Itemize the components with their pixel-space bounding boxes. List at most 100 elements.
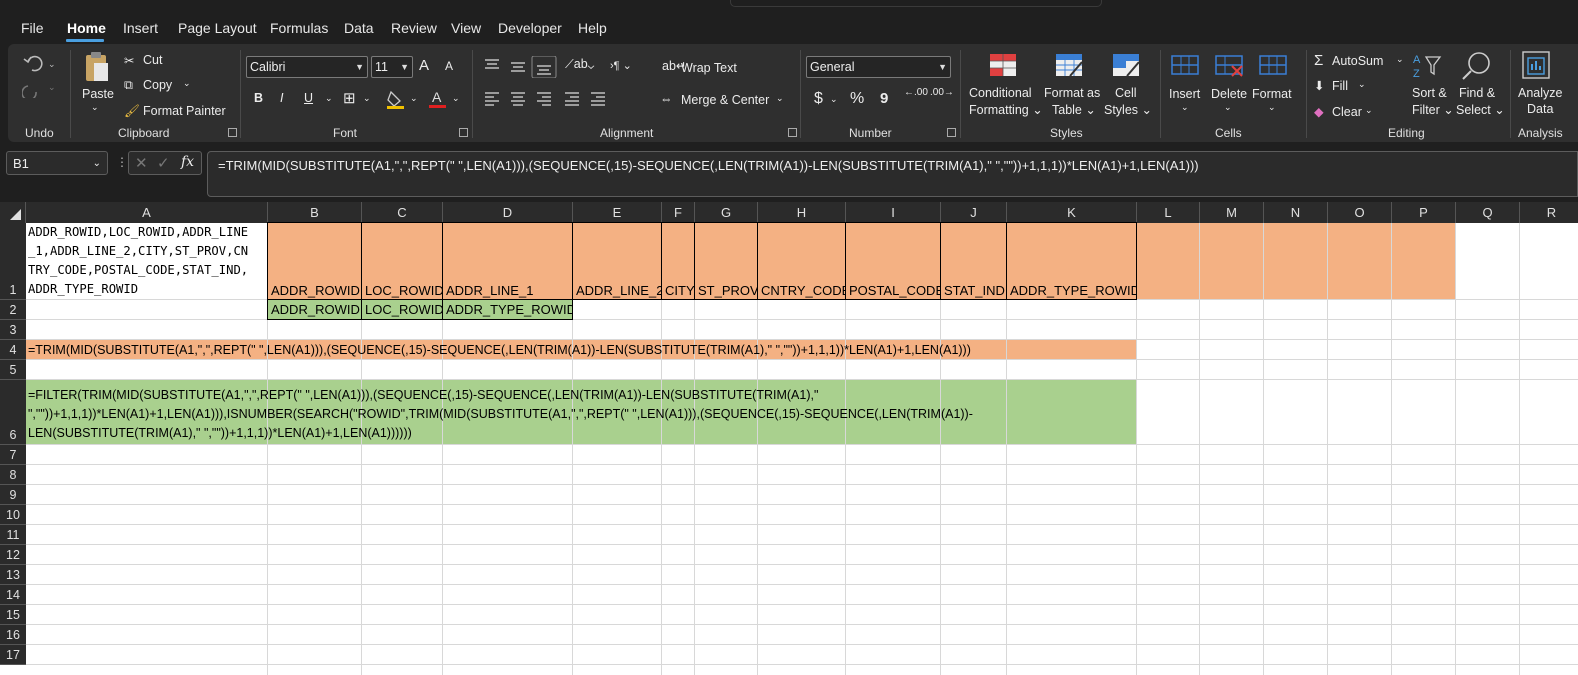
select-all-icon[interactable] xyxy=(10,209,21,220)
column-header-c[interactable]: C xyxy=(362,202,443,223)
copy-icon[interactable]: ⧉ xyxy=(124,78,133,93)
menu-formulas[interactable]: Formulas xyxy=(270,20,328,36)
format-as-table-label-2[interactable]: Table ⌄ xyxy=(1052,102,1096,117)
cell-styles-label-2[interactable]: Styles ⌄ xyxy=(1104,102,1152,117)
menu-home[interactable]: Home xyxy=(67,20,106,36)
column-header-m[interactable]: M xyxy=(1200,202,1264,223)
cell-row1-header[interactable]: STAT_IND xyxy=(940,222,1007,300)
cell-a1-line[interactable]: ADDR_ROWID,LOC_ROWID,ADDR_LINE xyxy=(28,225,248,239)
number-format-select[interactable]: General ▼ xyxy=(806,56,951,78)
column-header-d[interactable]: D xyxy=(443,202,573,223)
underline-button[interactable]: U xyxy=(304,91,313,105)
row-header-17[interactable]: 17 xyxy=(0,645,26,665)
paste-icon[interactable] xyxy=(82,50,112,84)
cell-a1-line[interactable]: TRY_CODE,POSTAL_CODE,STAT_IND, xyxy=(28,263,248,277)
menu-data[interactable]: Data xyxy=(344,20,374,36)
insert-function-icon[interactable]: fx xyxy=(181,154,194,170)
cell-row1-header[interactable]: CITY xyxy=(661,222,695,300)
formula-input[interactable]: =TRIM(MID(SUBSTITUTE(A1,",",REPT(" ",LEN… xyxy=(207,151,1578,197)
italic-button[interactable]: I xyxy=(280,91,283,105)
clear-button[interactable]: Clear xyxy=(1332,105,1362,119)
text-direction-icon[interactable]: ›¶ ⌄ xyxy=(610,59,632,72)
format-button[interactable]: Format xyxy=(1252,87,1292,101)
cell-a1-line[interactable]: _1,ADDR_LINE_2,CITY,ST_PROV,CN xyxy=(28,244,248,258)
paste-button[interactable]: Paste xyxy=(82,87,114,101)
currency-button[interactable]: $ xyxy=(814,90,823,108)
menu-file[interactable]: File xyxy=(21,20,44,36)
row-header-9[interactable]: 9 xyxy=(0,485,26,505)
column-header-o[interactable]: O xyxy=(1328,202,1392,223)
cell-row1-header[interactable]: CNTRY_CODE xyxy=(757,222,846,300)
conditional-formatting-icon[interactable] xyxy=(988,52,1020,80)
analyze-data-icon[interactable] xyxy=(1520,50,1554,82)
column-header-k[interactable]: K xyxy=(1007,202,1137,223)
vertical-align-icons[interactable] xyxy=(482,56,562,78)
copy-button[interactable]: Copy xyxy=(143,78,172,92)
insert-dropdown-icon[interactable]: ⌄ xyxy=(1181,102,1189,113)
cell-a6-formula-line[interactable]: =FILTER(TRIM(MID(SUBSTITUTE(A1,",",REPT(… xyxy=(28,388,818,402)
currency-dropdown-icon[interactable]: ⌄ xyxy=(830,94,838,105)
row-header-5[interactable]: 5 xyxy=(0,360,26,380)
horizontal-align-icons[interactable] xyxy=(482,90,617,108)
column-header-a[interactable]: A xyxy=(26,202,268,223)
cell-row2-result[interactable]: ADDR_ROWID xyxy=(267,299,362,320)
row-header-12[interactable]: 12 xyxy=(0,545,26,565)
cell-row1-header[interactable]: ADDR_TYPE_ROWID xyxy=(1006,222,1137,300)
analyze-data-button[interactable]: Analyze xyxy=(1518,86,1562,100)
autosum-dropdown-icon[interactable]: ⌄ xyxy=(1396,54,1404,65)
row-header-15[interactable]: 15 xyxy=(0,605,26,625)
row-header-2[interactable]: 2 xyxy=(0,300,26,320)
fill-dropdown-icon[interactable]: ⌄ xyxy=(410,93,418,104)
format-painter-icon[interactable]: 🖌 xyxy=(124,104,140,119)
insert-cells-icon[interactable] xyxy=(1168,52,1202,80)
confirm-entry-icon[interactable]: ✓ xyxy=(157,154,170,172)
undo-icon[interactable]: ⌄ ⌄ xyxy=(22,50,58,98)
column-header-p[interactable]: P xyxy=(1392,202,1456,223)
find-select-icon[interactable] xyxy=(1460,50,1494,82)
merge-center-button[interactable]: Merge & Center xyxy=(681,93,769,107)
cell-a4-formula[interactable]: =TRIM(MID(SUBSTITUTE(A1,",",REPT(" ",LEN… xyxy=(28,340,971,360)
borders-dropdown-icon[interactable]: ⌄ xyxy=(363,93,371,104)
font-color-dropdown-icon[interactable]: ⌄ xyxy=(452,93,460,104)
row-header-4[interactable]: 4 xyxy=(0,340,26,360)
cell-row1-header[interactable]: ADDR_LINE_2 xyxy=(572,222,662,300)
delete-dropdown-icon[interactable]: ⌄ xyxy=(1224,102,1232,113)
format-dropdown-icon[interactable]: ⌄ xyxy=(1268,102,1276,113)
grow-font-button[interactable]: A xyxy=(419,57,429,74)
font-color-icon[interactable]: A xyxy=(428,88,448,110)
copy-dropdown-icon[interactable]: ⌄ xyxy=(183,78,191,89)
format-painter-button[interactable]: Format Painter xyxy=(143,104,226,118)
percent-button[interactable]: % xyxy=(850,90,864,108)
conditional-formatting-button[interactable]: Conditional xyxy=(969,86,1032,100)
cell-a6-formula-line[interactable]: ",""))+1,1,1))*LEN(A1)+1,LEN(A1))),ISNUM… xyxy=(28,407,973,421)
sort-filter-button[interactable]: Sort & xyxy=(1412,86,1447,100)
conditional-formatting-label-2[interactable]: Formatting ⌄ xyxy=(969,102,1043,117)
column-header-q[interactable]: Q xyxy=(1456,202,1520,223)
orientation-icon[interactable]: ⟋ab⌄ xyxy=(565,57,594,72)
cell-a6-formula-line[interactable]: LEN(SUBSTITUTE(TRIM(A1)," ",""))+1,1,1))… xyxy=(28,426,412,440)
menu-review[interactable]: Review xyxy=(391,20,437,36)
merge-dropdown-icon[interactable]: ⌄ xyxy=(776,93,784,104)
name-box[interactable]: B1 ⌄ xyxy=(6,151,108,175)
fill-button[interactable]: Fill xyxy=(1332,79,1348,93)
shrink-font-button[interactable]: A xyxy=(445,59,453,73)
cell-row2-result[interactable]: LOC_ROWID xyxy=(361,299,443,320)
column-header-f[interactable]: F xyxy=(662,202,695,223)
menu-page-layout[interactable]: Page Layout xyxy=(178,20,257,36)
column-header-b[interactable]: B xyxy=(268,202,362,223)
decrease-decimal-button[interactable]: .00→ xyxy=(930,87,954,98)
row-header-6[interactable]: 6 xyxy=(0,380,26,445)
cell-row1-header[interactable]: ADDR_LINE_1 xyxy=(442,222,573,300)
alignment-launcher-icon[interactable] xyxy=(788,128,797,137)
cut-button[interactable]: Cut xyxy=(143,53,162,67)
borders-icon[interactable]: ⊞ xyxy=(343,89,356,107)
delete-button[interactable]: Delete xyxy=(1211,87,1247,101)
cut-icon[interactable]: ✂ xyxy=(124,53,134,68)
autosum-icon[interactable]: Σ xyxy=(1314,52,1323,69)
column-header-l[interactable]: L xyxy=(1137,202,1200,223)
paste-dropdown-icon[interactable]: ⌄ xyxy=(91,102,99,113)
delete-cells-icon[interactable] xyxy=(1212,52,1246,80)
sort-filter-label-2[interactable]: Filter ⌄ xyxy=(1412,102,1454,117)
format-as-table-button[interactable]: Format as xyxy=(1044,86,1100,100)
fill-dropdown-icon[interactable]: ⌄ xyxy=(1358,79,1366,90)
